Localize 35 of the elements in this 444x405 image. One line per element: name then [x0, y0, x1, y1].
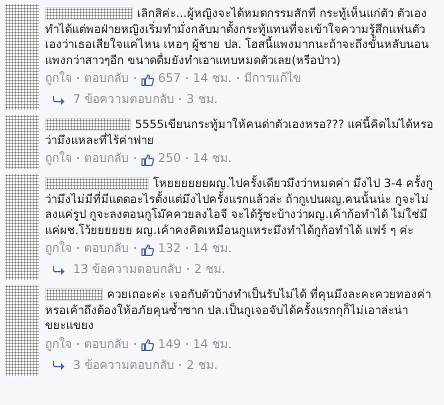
comment-time: 14 ชม.: [192, 241, 232, 255]
avatar-redaction: [5, 115, 39, 169]
edited-link[interactable]: มีการแก้ไข: [244, 71, 301, 85]
like-count[interactable]: 250: [158, 151, 181, 165]
comment-time: 14 ชม.: [192, 151, 232, 165]
comment-text: ควยเถอะค่ะ เจอกับตัวบ้างทำเป็นรับไม่ได้ ที่คุนมึงละคะควยทองค่าหรอเค้าถึงต้องให้อภัยคุนซ้ำซาก ปล.เป็นกูเจอจับได้ครั้งแรกกุก็ไม่เอาล่ะน่าขยะแขยง: [45, 285, 437, 334]
thumbs-up-icon: [141, 74, 154, 86]
like-link[interactable]: ถูกใจ: [45, 71, 72, 85]
like-link[interactable]: ถูกใจ: [45, 241, 72, 255]
reply-arrow-icon: [53, 94, 65, 105]
reply-time: 3 ชม.: [186, 92, 218, 106]
replies-link[interactable]: 3 ข้อความตอบกลับ: [73, 358, 174, 372]
like-count[interactable]: 132: [158, 241, 181, 255]
comment-time: 14 ชม.: [192, 71, 232, 85]
reply-arrow-icon: [53, 360, 65, 370]
replies-link[interactable]: 13 ข้อความตอบกลับ: [73, 262, 182, 276]
thumbs-up-icon: [141, 154, 154, 166]
comment-text: เลิกสิค่ะ...ผู้หญิงจะได้หมดกรรมสักที กระทู้เห็นแก่ตัว ตัวเองทำได้แต่พอฝ่ายหญิงเริ่มทำมั่งกลับมาตั้งกระทู้แทนที่จะเข้าใจความรู้สึกแฟนตัวเองว่าเธอเสียใจแค่ไหน เหอๆ ผู้ชาย ปล. โฮสนี้แพงมากนะถ้าจะถึงขั้นหลับนอน แพงกว่าสาวๆอีก ขนาดดื่มยังทำเอาแทบหมดตัวเลย(หรือป่าว): [45, 4, 437, 68]
like-link[interactable]: ถูกใจ: [45, 336, 72, 350]
comment-text: 5555เขียนกระทู้มาให้คนด่าตัวเองหรอ??? แค่นี้คิดไม่ได้หรอว่ามึงแหละที่ไร้ค่าฟาย: [45, 115, 437, 148]
like-count[interactable]: 657: [158, 71, 181, 85]
reply-link[interactable]: ตอบกลับ: [84, 71, 129, 85]
thumbs-up-icon: [141, 339, 154, 352]
reply-time: 2 ชม.: [186, 358, 218, 372]
replies-link[interactable]: 7 ข้อความตอบกลับ: [73, 92, 174, 106]
like-link[interactable]: ถูกใจ: [45, 151, 72, 165]
reply-link[interactable]: ตอบกลับ: [84, 336, 129, 350]
reply-link[interactable]: ตอบกลับ: [84, 151, 129, 165]
like-count[interactable]: 149: [158, 336, 181, 350]
reply-link[interactable]: ตอบกลับ: [84, 241, 129, 255]
reply-arrow-icon: [53, 264, 65, 275]
reply-time: 2 ชม.: [194, 262, 226, 276]
thumbs-up-icon: [141, 244, 154, 256]
comment-time: 14 ชม.: [192, 336, 232, 350]
comment-text: โหยยยยยยผญ.ไปครั้งเดียวมึงว่าหมดค่า มึงไป 3-4 ครั้งกูว่ามึงไม่มีที่มีแดดอะไรตั้งแต่มึงไปครั้งแรกแล้วล่ะ ถ้ากูเปนผญ.คนนั้นน่ะ กูจะไม่ลงแค่รูป กูจะลงตอนกูโม๊คควยลงไอจี จะได้รู้ซะบ้างว่าผญ.เค้าก้อทำได้ ไม่ใช่มีแค่ผช.โว้ยยยยยย ผญ.เค้าคงคิดเหมือนกูแหระมึงทำได้กูก้อทำได้ แฟร์ ๆ ค่ะ: [45, 174, 437, 238]
